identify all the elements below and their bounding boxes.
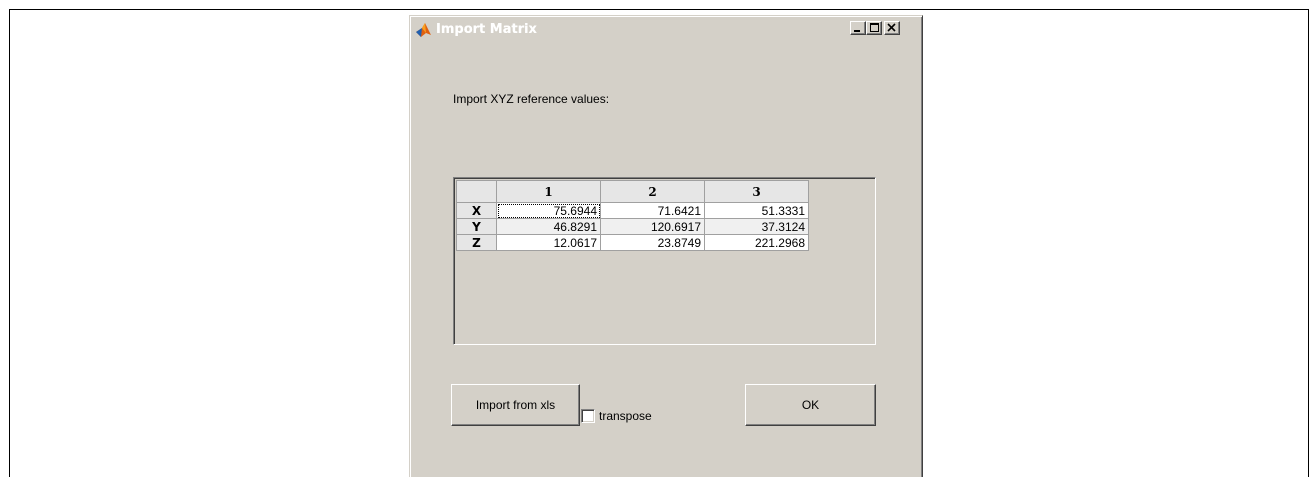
row-header-x[interactable]: X — [456, 202, 497, 219]
transpose-checkbox[interactable] — [581, 409, 595, 423]
cell-y-2[interactable]: 120.6917 — [600, 218, 705, 235]
column-header-1[interactable]: 1 — [496, 180, 601, 203]
table-row-x: X 75.6944 71.6421 51.3331 — [456, 202, 809, 219]
cell-z-1[interactable]: 12.0617 — [496, 234, 601, 251]
cell-x-3[interactable]: 51.3331 — [704, 202, 809, 219]
table-row-y: Y 46.8291 120.6917 37.3124 — [456, 218, 809, 235]
ok-button[interactable]: OK — [745, 384, 876, 426]
maximize-icon — [870, 23, 879, 32]
cell-z-3[interactable]: 221.2968 — [704, 234, 809, 251]
cell-z-2[interactable]: 23.8749 — [600, 234, 705, 251]
table-corner-cell — [456, 180, 497, 203]
import-matrix-dialog: Import Matrix Import XYZ reference value… — [409, 15, 923, 477]
column-header-2[interactable]: 2 — [600, 180, 705, 203]
matrix-table-frame: 1 2 3 X 75.6944 71.6421 51.3331 Y 46.829… — [453, 177, 876, 345]
title-bar[interactable]: Import Matrix — [413, 19, 919, 40]
cell-y-1[interactable]: 46.8291 — [496, 218, 601, 235]
transpose-label[interactable]: transpose — [599, 409, 652, 423]
column-header-3[interactable]: 3 — [704, 180, 809, 203]
cell-x-2[interactable]: 71.6421 — [600, 202, 705, 219]
row-header-z[interactable]: Z — [456, 234, 497, 251]
import-from-xls-button[interactable]: Import from xls — [451, 384, 580, 426]
cell-x-1[interactable]: 75.6944 — [496, 202, 601, 219]
cell-y-3[interactable]: 37.3124 — [704, 218, 809, 235]
row-header-y[interactable]: Y — [456, 218, 497, 235]
maximize-button[interactable] — [866, 21, 882, 35]
minimize-button[interactable] — [850, 21, 866, 35]
matlab-logo-icon — [415, 21, 432, 38]
matrix-table: 1 2 3 X 75.6944 71.6421 51.3331 Y 46.829… — [456, 180, 809, 251]
table-row-z: Z 12.0617 23.8749 221.2968 — [456, 234, 809, 251]
window-title: Import Matrix — [436, 22, 537, 37]
prompt-label: Import XYZ reference values: — [453, 92, 610, 106]
close-icon — [887, 23, 896, 32]
minimize-icon — [854, 30, 860, 32]
close-button[interactable] — [884, 21, 900, 35]
